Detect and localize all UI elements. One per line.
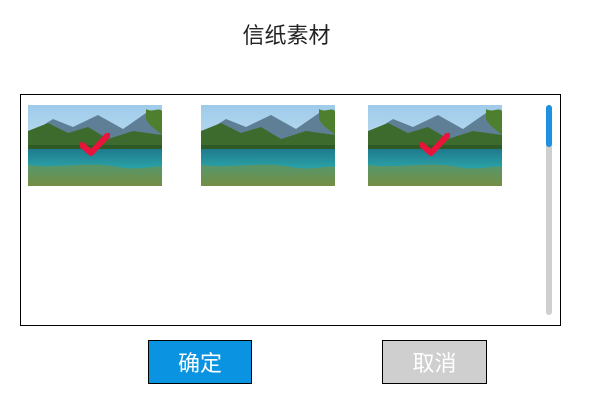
thumbnail-image (201, 105, 335, 186)
stationery-item-2[interactable] (201, 105, 335, 186)
cancel-button[interactable]: 取消 (382, 340, 487, 384)
checkmark-icon (420, 133, 450, 156)
dialog-title: 信纸素材 (242, 24, 331, 49)
scrollbar[interactable] (546, 105, 552, 315)
checkmark-icon (80, 133, 110, 156)
stationery-item-1[interactable] (28, 105, 162, 186)
scrollbar-thumb[interactable] (546, 105, 552, 147)
confirm-button[interactable]: 确定 (148, 340, 252, 384)
stationery-item-3[interactable] (368, 105, 502, 186)
stationery-list (20, 94, 561, 326)
